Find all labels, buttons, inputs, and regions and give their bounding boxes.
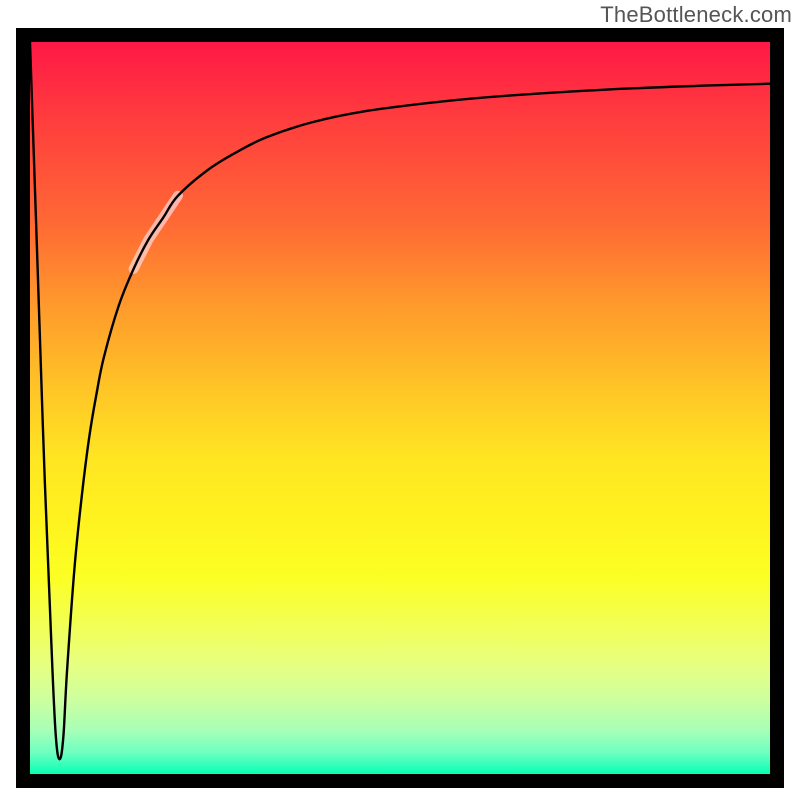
curve-highlight-segment (134, 196, 178, 269)
bottleneck-curve (30, 42, 770, 759)
chart-svg (30, 42, 770, 774)
chart-plot-area (30, 42, 770, 774)
chart-frame (16, 28, 784, 788)
watermark-text: TheBottleneck.com (600, 2, 792, 28)
